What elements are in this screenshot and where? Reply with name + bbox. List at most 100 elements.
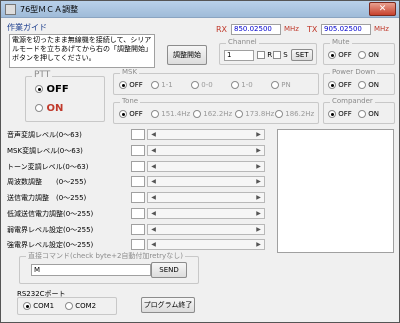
- s-checkbox-wrap[interactable]: S: [273, 51, 288, 59]
- rx-frequency: 850.02500: [231, 24, 281, 35]
- left-arrow-icon[interactable]: ◀: [149, 193, 158, 202]
- mute-off-option[interactable]: OFF: [328, 51, 352, 59]
- tone-162-option[interactable]: 162.2Hz: [193, 110, 232, 118]
- tone-off-label: OFF: [129, 110, 143, 118]
- right-arrow-icon[interactable]: ▶: [254, 225, 263, 234]
- right-arrow-icon[interactable]: ▶: [254, 193, 263, 202]
- slider-value-tx-power[interactable]: [131, 192, 145, 203]
- send-button[interactable]: SEND: [151, 262, 187, 278]
- slider-value-frequency[interactable]: [131, 176, 145, 187]
- channel-input[interactable]: 1: [224, 50, 254, 61]
- tone-151-radio[interactable]: [151, 110, 159, 118]
- left-arrow-icon[interactable]: ◀: [149, 225, 158, 234]
- r-label: R: [267, 51, 273, 59]
- start-adjust-button[interactable]: 調整開始: [167, 45, 207, 65]
- mute-on-label: ON: [368, 51, 379, 59]
- tone-186-option[interactable]: 186.2Hz: [275, 110, 314, 118]
- right-arrow-icon[interactable]: ▶: [254, 240, 263, 249]
- compander-off-label: OFF: [338, 110, 352, 118]
- r-checkbox-wrap[interactable]: R: [257, 51, 272, 59]
- slider-label-weak-field: 弱電界レベル設定(0〜255): [7, 226, 94, 234]
- slider-track-tx-power[interactable]: ◀ ▶: [147, 192, 265, 203]
- left-arrow-icon[interactable]: ◀: [149, 146, 158, 155]
- left-arrow-icon[interactable]: ◀: [149, 209, 158, 218]
- slider-value-tone[interactable]: [131, 161, 145, 172]
- slider-value-strong-field[interactable]: [131, 239, 145, 250]
- power-down-on-radio[interactable]: [358, 81, 366, 89]
- mute-off-radio[interactable]: [328, 51, 336, 59]
- close-button[interactable]: ✕: [369, 2, 396, 16]
- compander-off-option[interactable]: OFF: [328, 110, 352, 118]
- msk-0-0-option[interactable]: 0-0: [191, 81, 213, 89]
- compander-on-option[interactable]: ON: [358, 110, 379, 118]
- left-arrow-icon[interactable]: ◀: [149, 177, 158, 186]
- right-arrow-icon[interactable]: ▶: [254, 162, 263, 171]
- slider-track-voice[interactable]: ◀ ▶: [147, 129, 265, 140]
- tone-off-option[interactable]: OFF: [119, 110, 143, 118]
- msk-1-1-option[interactable]: 1-1: [151, 81, 173, 89]
- right-arrow-icon[interactable]: ▶: [254, 209, 263, 218]
- slider-track-weak-field[interactable]: ◀ ▶: [147, 224, 265, 235]
- msk-pn-radio[interactable]: [271, 81, 279, 89]
- slider-track-low-tx-power[interactable]: ◀ ▶: [147, 208, 265, 219]
- r-checkbox[interactable]: [257, 51, 265, 59]
- msk-pn-option[interactable]: PN: [271, 81, 291, 89]
- ptt-on-option[interactable]: ON: [35, 103, 63, 114]
- tone-162-radio[interactable]: [193, 110, 201, 118]
- slider-track-strong-field[interactable]: ◀ ▶: [147, 239, 265, 250]
- ptt-off-option[interactable]: OFF: [35, 84, 69, 95]
- right-arrow-icon[interactable]: ▶: [254, 177, 263, 186]
- power-down-off-radio[interactable]: [328, 81, 336, 89]
- ptt-off-radio[interactable]: [35, 85, 43, 93]
- mute-on-radio[interactable]: [358, 51, 366, 59]
- ptt-on-radio[interactable]: [35, 104, 43, 112]
- msk-1-0-option[interactable]: 1-0: [231, 81, 253, 89]
- app-window: 76型ＭＣＡ調整 ✕ 作業ガイド 電源を切ったまま無線機を接続して、シリアルモー…: [0, 0, 400, 323]
- tone-186-radio[interactable]: [275, 110, 283, 118]
- left-arrow-icon[interactable]: ◀: [149, 162, 158, 171]
- msk-1-0-label: 1-0: [241, 81, 253, 89]
- msk-off-option[interactable]: OFF: [119, 81, 143, 89]
- compander-off-radio[interactable]: [328, 110, 336, 118]
- msk-1-0-radio[interactable]: [231, 81, 239, 89]
- slider-row: 弱電界レベル設定(0〜255) ◀ ▶: [7, 224, 265, 236]
- mute-on-option[interactable]: ON: [358, 51, 379, 59]
- left-arrow-icon[interactable]: ◀: [149, 240, 158, 249]
- right-arrow-icon[interactable]: ▶: [254, 130, 263, 139]
- slider-track-msk[interactable]: ◀ ▶: [147, 145, 265, 156]
- slider-track-tone[interactable]: ◀ ▶: [147, 161, 265, 172]
- com1-option[interactable]: COM1: [23, 302, 54, 310]
- set-button[interactable]: SET: [291, 49, 313, 61]
- rx-unit: MHz: [284, 25, 299, 33]
- msk-off-radio[interactable]: [119, 81, 127, 89]
- direct-command-input[interactable]: M: [31, 264, 151, 276]
- power-down-off-option[interactable]: OFF: [328, 81, 352, 89]
- slider-value-low-tx-power[interactable]: [131, 208, 145, 219]
- tone-151-option[interactable]: 151.4Hz: [151, 110, 190, 118]
- com1-radio[interactable]: [23, 302, 31, 310]
- slider-row: 強電界レベル設定(0〜255) ◀ ▶: [7, 239, 265, 251]
- right-arrow-icon[interactable]: ▶: [254, 146, 263, 155]
- msk-1-1-radio[interactable]: [151, 81, 159, 89]
- com2-option[interactable]: COM2: [65, 302, 96, 310]
- slider-row: 音声変調レベル(0〜63) ◀ ▶: [7, 129, 265, 141]
- compander-on-radio[interactable]: [358, 110, 366, 118]
- s-checkbox[interactable]: [273, 51, 281, 59]
- slider-track-frequency[interactable]: ◀ ▶: [147, 176, 265, 187]
- slider-label-msk: MSK変調レベル(0〜63): [7, 147, 83, 155]
- slider-value-weak-field[interactable]: [131, 224, 145, 235]
- slider-value-voice[interactable]: [131, 129, 145, 140]
- slider-label-tone: トーン変調レベル(0〜63): [7, 163, 89, 171]
- slider-row: MSK変調レベル(0〜63) ◀ ▶: [7, 145, 265, 157]
- log-output[interactable]: [277, 129, 394, 253]
- exit-program-button[interactable]: プログラム終了: [141, 297, 195, 313]
- power-down-on-option[interactable]: ON: [358, 81, 379, 89]
- rx-label: RX: [216, 25, 228, 34]
- tone-off-radio[interactable]: [119, 110, 127, 118]
- com2-radio[interactable]: [65, 302, 73, 310]
- tone-173-option[interactable]: 173.8Hz: [235, 110, 274, 118]
- tone-173-radio[interactable]: [235, 110, 243, 118]
- slider-value-msk[interactable]: [131, 145, 145, 156]
- msk-0-0-radio[interactable]: [191, 81, 199, 89]
- left-arrow-icon[interactable]: ◀: [149, 130, 158, 139]
